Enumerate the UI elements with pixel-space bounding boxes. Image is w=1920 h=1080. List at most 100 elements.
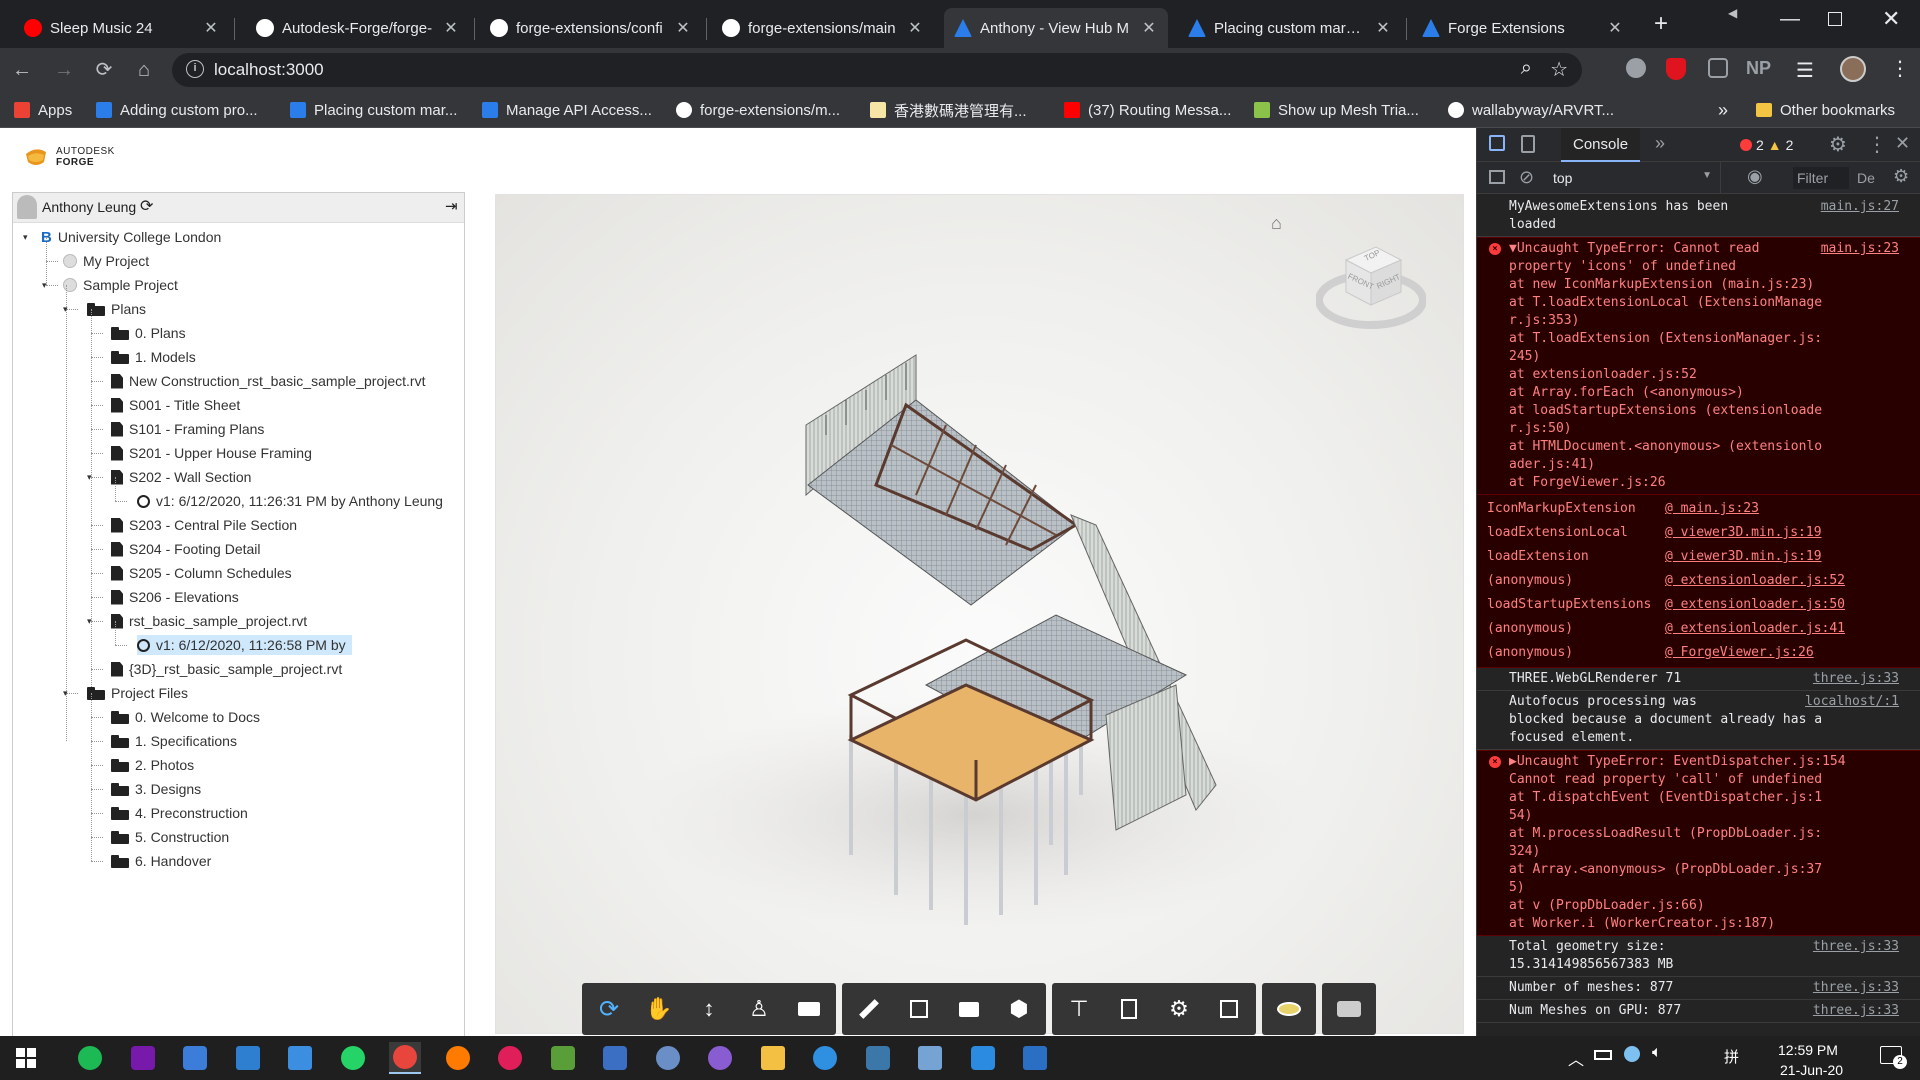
calendar-icon[interactable] — [284, 1042, 316, 1074]
camera-button[interactable] — [784, 983, 834, 1035]
stack-frame[interactable]: loadExtensionLocal @ viewer3D.min.js:19 — [1487, 521, 1913, 545]
browser-tab-5[interactable]: Placing custom markup ✕ — [1178, 8, 1402, 48]
tree-node-version[interactable]: v1: 6/12/2020, 11:26:58 PM by — [137, 635, 352, 655]
stack-frame[interactable]: (anonymous) @ extensionloader.js:41 — [1487, 617, 1913, 641]
close-tab-icon[interactable]: ✕ — [906, 18, 924, 38]
bookmark-star-icon[interactable]: ☆ — [1550, 57, 1568, 82]
console-source-link[interactable]: three.js:33 — [1813, 979, 1899, 997]
stack-frame[interactable]: (anonymous) @ extensionloader.js:52 — [1487, 569, 1913, 593]
fullscreen-button[interactable] — [1204, 983, 1254, 1035]
extension-shield-icon[interactable] — [1666, 58, 1686, 80]
tree-node-item[interactable]: S101 - Framing Plans — [111, 419, 264, 439]
sign-out-icon[interactable]: ⇥ — [445, 197, 458, 215]
forward-button[interactable]: → — [50, 56, 78, 84]
console-settings-icon[interactable]: ⚙ — [1893, 166, 1909, 187]
tab-search-icon[interactable]: ◀ — [1728, 6, 1737, 20]
python-icon[interactable] — [862, 1042, 894, 1074]
close-tab-icon[interactable]: ✕ — [674, 18, 692, 38]
structure-button[interactable]: ⊤ — [1054, 983, 1104, 1035]
model-browser-button[interactable]: ⬢ — [994, 983, 1044, 1035]
home-button[interactable]: ⌂ — [130, 56, 158, 84]
back-button[interactable]: ← — [8, 56, 36, 84]
close-tab-icon[interactable]: ✕ — [1140, 18, 1158, 38]
console-log[interactable]: Total geometry size: 15.314149856567383 M… — [1477, 936, 1920, 977]
edge-icon[interactable] — [809, 1042, 841, 1074]
whatsapp-icon[interactable] — [337, 1042, 369, 1074]
console-source-link[interactable]: three.js:33 — [1813, 670, 1899, 688]
stack-frame[interactable]: loadStartupExtensions @ extensionloader.j… — [1487, 593, 1913, 617]
tree-node-folder[interactable]: 0. Welcome to Docs — [111, 707, 260, 727]
measure-button[interactable] — [844, 983, 894, 1035]
context-selector[interactable]: top ▼ — [1553, 162, 1721, 194]
rstudio-icon[interactable] — [914, 1042, 946, 1074]
info-icon[interactable]: i — [186, 60, 204, 78]
pdf-icon[interactable] — [179, 1042, 211, 1074]
clear-console-icon[interactable]: ⊘ — [1519, 167, 1534, 188]
console-source-link[interactable]: localhost/:1 — [1805, 693, 1899, 711]
clock-date[interactable]: 21-Jun-20 — [1780, 1062, 1843, 1078]
console-stack-trace[interactable]: IconMarkupExtension @ main.js:23 loadExten… — [1477, 495, 1920, 668]
tree-node-folder[interactable]: 0. Plans — [111, 323, 186, 343]
tray-chevron-icon[interactable]: ︿ — [1568, 1046, 1584, 1070]
stack-frame[interactable]: loadExtension @ viewer3D.min.js:19 — [1487, 545, 1913, 569]
other-bookmarks[interactable]: Other bookmarks — [1756, 98, 1895, 122]
bookmarks-overflow[interactable]: » — [1718, 98, 1728, 122]
r-icon[interactable] — [652, 1042, 684, 1074]
windows-start-button[interactable] — [10, 1042, 42, 1074]
tree-node-folder[interactable]: 6. Handover — [111, 851, 211, 871]
tree-node-folder[interactable]: Plans — [87, 299, 146, 319]
notification-center-button[interactable]: 2 — [1880, 1046, 1907, 1069]
github-desktop-icon[interactable] — [704, 1042, 736, 1074]
console-log[interactable]: MyAwesomeExtensions has been loaded main.j… — [1477, 196, 1920, 237]
error-count-badge[interactable]: 2 ▲ 2 — [1740, 137, 1793, 153]
onenote-icon[interactable] — [127, 1042, 159, 1074]
tree-node-folder[interactable]: 3. Designs — [111, 779, 201, 799]
icon-markup-button[interactable] — [1324, 983, 1374, 1035]
close-tab-icon[interactable]: ✕ — [202, 18, 220, 38]
firefox-icon[interactable] — [442, 1042, 474, 1074]
bookmark-4[interactable]: forge-extensions/m... — [676, 98, 840, 122]
tree-node-item[interactable]: S206 - Elevations — [111, 587, 239, 607]
tree-node-item[interactable]: S201 - Upper House Framing — [111, 443, 312, 463]
reload-button[interactable]: ⟳ — [90, 56, 118, 84]
expand-toggle-icon[interactable]: ▾ — [87, 616, 92, 627]
console-source-link[interactable]: three.js:33 — [1813, 1002, 1899, 1020]
console-log[interactable]: THREE.WebGLRenderer 71 three.js:33 — [1477, 668, 1920, 691]
tree-node-hub[interactable]: B University College London — [41, 227, 221, 247]
console-log[interactable]: Num Meshes on GPU: 877 three.js:33 — [1477, 1000, 1920, 1023]
tree-node-folder[interactable]: 4. Preconstruction — [111, 803, 248, 823]
expand-toggle-icon[interactable]: ▾ — [23, 232, 28, 243]
new-tab-button[interactable]: + — [1654, 10, 1668, 38]
photos-icon[interactable] — [1019, 1042, 1051, 1074]
inspect-element-icon[interactable] — [1489, 135, 1505, 151]
network-tool-icon[interactable] — [599, 1042, 631, 1074]
console-log[interactable]: Number of meshes: 877 three.js:33 — [1477, 977, 1920, 1000]
refresh-tree-icon[interactable]: ⟳ — [140, 196, 153, 216]
device-toolbar-icon[interactable] — [1521, 135, 1535, 153]
extension-gear-icon[interactable] — [1626, 58, 1646, 78]
more-tabs-icon[interactable]: » — [1655, 133, 1665, 154]
expand-toggle-icon[interactable]: ▾ — [87, 472, 92, 483]
properties-button[interactable] — [1104, 983, 1154, 1035]
spotify-icon[interactable] — [74, 1042, 106, 1074]
vscode-icon[interactable] — [967, 1042, 999, 1074]
console-filter-input[interactable]: Filter — [1793, 167, 1849, 189]
tree-node-project[interactable]: My Project — [63, 251, 149, 271]
bookmark-1[interactable]: Adding custom pro... — [96, 98, 258, 122]
battery-icon[interactable] — [1594, 1050, 1612, 1060]
explode-button[interactable] — [944, 983, 994, 1035]
browser-tab-6[interactable]: Forge Extensions ✕ — [1412, 8, 1634, 48]
tree-node-item[interactable]: {3D}_rst_basic_sample_project.rvt — [111, 659, 342, 679]
tree-node-project[interactable]: Sample Project — [63, 275, 178, 295]
show-sidebar-icon[interactable] — [1489, 170, 1505, 184]
address-bar[interactable]: i localhost:3000 ⌕ ☆ — [172, 53, 1582, 87]
console-source-link[interactable]: three.js:33 — [1813, 938, 1899, 956]
zoom-search-icon[interactable]: ⌕ — [1521, 57, 1532, 80]
expand-toggle-icon[interactable]: ▾ — [63, 304, 68, 315]
mail-icon[interactable] — [232, 1042, 264, 1074]
console-log[interactable]: Autofocus processing was blocked because … — [1477, 691, 1920, 750]
tree-node-item[interactable]: S204 - Footing Detail — [111, 539, 261, 559]
close-tab-icon[interactable]: ✕ — [1374, 18, 1392, 38]
slack-icon[interactable] — [494, 1042, 526, 1074]
expand-toggle-icon[interactable]: ▾ — [63, 688, 68, 699]
